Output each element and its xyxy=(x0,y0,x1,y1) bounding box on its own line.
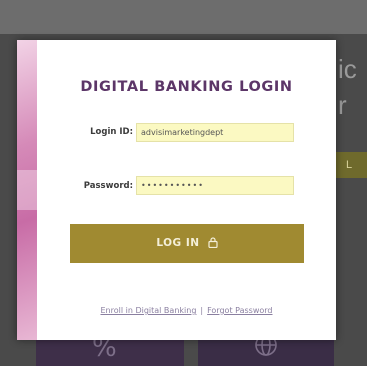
login-id-label: Login ID: xyxy=(90,127,133,137)
background-header xyxy=(0,0,367,34)
forgot-password-link[interactable]: Forgot Password xyxy=(207,306,272,315)
lock-icon xyxy=(208,226,218,265)
background-button: L xyxy=(336,152,367,178)
enroll-link[interactable]: Enroll in Digital Banking xyxy=(100,306,196,315)
login-modal: DIGITAL BANKING LOGIN Login ID: advisima… xyxy=(17,40,336,340)
password-label: Password: xyxy=(83,181,133,191)
modal-title: DIGITAL BANKING LOGIN xyxy=(80,79,293,95)
link-separator: | xyxy=(200,306,204,315)
login-id-input[interactable]: advisimarketingdept xyxy=(136,123,294,142)
decorative-stripe xyxy=(17,40,37,340)
password-input[interactable]: ••••••••••• xyxy=(136,176,294,195)
login-button[interactable]: LOG IN xyxy=(70,224,304,263)
background-heading-fragment: ic xyxy=(338,54,357,84)
footer-links: Enroll in Digital Banking | Forgot Passwor… xyxy=(37,306,336,315)
background-heading-fragment-2: r xyxy=(338,90,347,120)
login-button-label: LOG IN xyxy=(156,237,200,249)
